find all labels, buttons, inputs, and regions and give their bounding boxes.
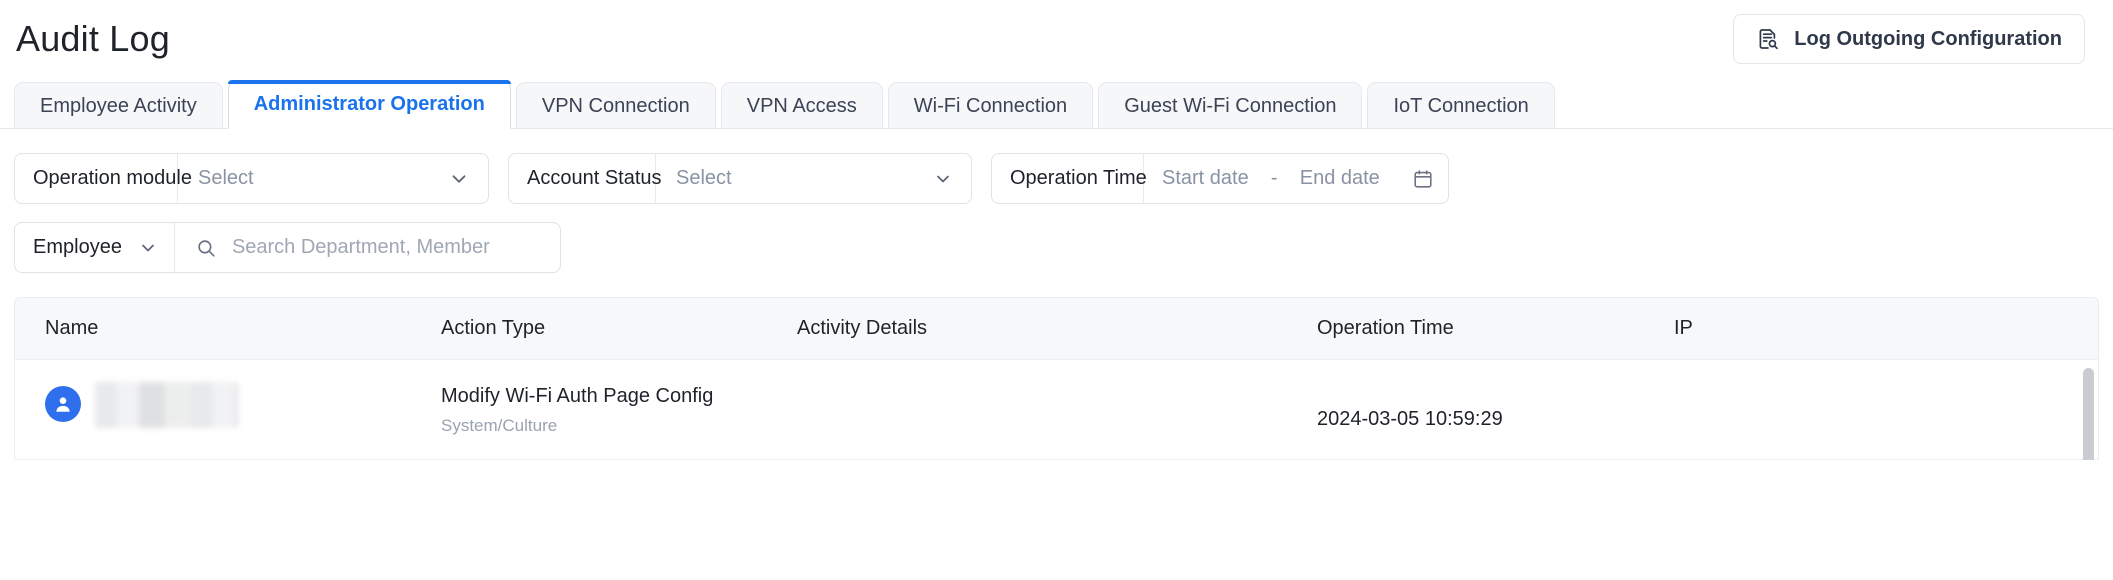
- column-header-name: Name: [45, 317, 99, 339]
- tab-label: Administrator Operation: [253, 93, 485, 115]
- account-status-filter[interactable]: Account Status Select: [508, 153, 972, 204]
- audit-log-table: Name Action Type Activity Details Operat…: [14, 297, 2099, 460]
- date-range-separator: -: [1270, 167, 1278, 189]
- table-row[interactable]: Modify Wi-Fi Auth Page Config System/Cul…: [15, 360, 2098, 460]
- scope-select[interactable]: Employee: [15, 223, 175, 272]
- redacted-name-value: [95, 382, 238, 428]
- cell-operation-time: 2024-03-05 10:59:29: [1317, 408, 1503, 430]
- column-header-action-type: Action Type: [441, 317, 546, 339]
- action-type-value: Modify Wi-Fi Auth Page Config: [441, 385, 714, 407]
- action-type-module: System/Culture: [441, 416, 558, 436]
- account-status-label: Account Status: [509, 154, 662, 203]
- tab-vpn-access[interactable]: VPN Access: [720, 82, 883, 129]
- tab-label: VPN Connection: [541, 94, 690, 117]
- search-icon: [195, 237, 217, 259]
- operation-module-filter[interactable]: Operation module Select: [14, 153, 489, 204]
- operation-time-range[interactable]: Start date - End date: [1144, 154, 1448, 203]
- tab-label: VPN Access: [746, 94, 857, 117]
- operation-module-value: Select: [198, 167, 254, 189]
- tab-label: IoT Connection: [1393, 94, 1529, 117]
- audit-log-page: Audit Log Log Outgoing Configuration Emp…: [0, 0, 2113, 580]
- chevron-down-icon: [448, 168, 470, 190]
- tab-guest-wifi-connection[interactable]: Guest Wi-Fi Connection: [1098, 82, 1363, 129]
- calendar-icon[interactable]: [1412, 168, 1434, 190]
- log-outgoing-configuration-label: Log Outgoing Configuration: [1794, 27, 2062, 50]
- filter-row-secondary: Employee: [14, 222, 2099, 273]
- tab-employee-activity[interactable]: Employee Activity: [14, 82, 223, 129]
- account-status-value: Select: [676, 167, 732, 189]
- tab-bar: Employee Activity Administrator Operatio…: [0, 78, 2113, 129]
- tab-wifi-connection[interactable]: Wi-Fi Connection: [887, 82, 1094, 129]
- chevron-down-icon: [138, 238, 158, 258]
- cell-action-type: Modify Wi-Fi Auth Page Config System/Cul…: [441, 380, 797, 436]
- user-avatar-icon: [45, 386, 81, 422]
- filter-panel: Operation module Select Account Status S…: [0, 129, 2113, 273]
- page-header: Audit Log Log Outgoing Configuration: [0, 0, 2113, 78]
- table-vertical-scrollbar[interactable]: [2083, 368, 2094, 460]
- end-date-input[interactable]: End date: [1300, 167, 1380, 190]
- column-header-ip: IP: [1674, 317, 1693, 339]
- operation-time-filter[interactable]: Operation Time Start date - End date: [991, 153, 1449, 204]
- tab-administrator-operation[interactable]: Administrator Operation: [227, 80, 512, 129]
- start-date-input[interactable]: Start date: [1162, 167, 1249, 190]
- cell-name: [15, 380, 441, 428]
- tab-label: Employee Activity: [40, 94, 197, 117]
- employee-search-group: Employee: [14, 222, 561, 273]
- search-input[interactable]: [229, 235, 546, 260]
- account-status-select[interactable]: Select: [656, 154, 971, 203]
- chevron-down-icon: [933, 169, 953, 189]
- tab-label: Wi-Fi Connection: [913, 94, 1068, 117]
- page-title: Audit Log: [16, 18, 170, 59]
- scope-select-value: Employee: [33, 236, 122, 258]
- table-header-row: Name Action Type Activity Details Operat…: [15, 298, 2098, 360]
- operation-time-label: Operation Time: [992, 154, 1147, 203]
- column-header-activity-details: Activity Details: [797, 317, 928, 339]
- document-search-icon: [1756, 27, 1780, 51]
- operation-module-select[interactable]: Select: [178, 154, 488, 203]
- search-box[interactable]: [175, 223, 560, 272]
- tab-label: Guest Wi-Fi Connection: [1124, 94, 1337, 117]
- tab-iot-connection[interactable]: IoT Connection: [1367, 82, 1555, 129]
- log-outgoing-configuration-button[interactable]: Log Outgoing Configuration: [1733, 14, 2085, 64]
- tab-vpn-connection[interactable]: VPN Connection: [515, 82, 716, 129]
- filter-row-primary: Operation module Select Account Status S…: [14, 153, 2099, 204]
- column-header-operation-time: Operation Time: [1317, 317, 1454, 339]
- operation-module-label: Operation module: [15, 154, 192, 203]
